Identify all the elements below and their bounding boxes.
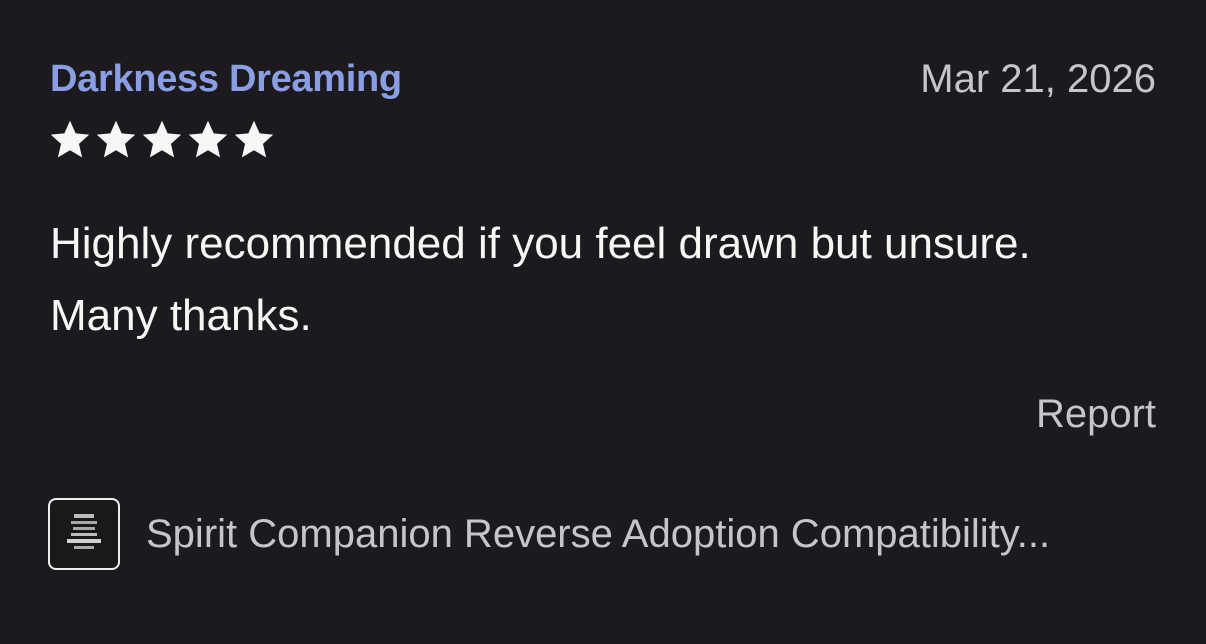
star-icon	[142, 120, 182, 158]
star-icon	[188, 120, 228, 158]
star-icon	[96, 120, 136, 158]
star-rating	[48, 118, 276, 162]
product-thumbnail	[48, 498, 120, 570]
product-title[interactable]: Spirit Companion Reverse Adoption Compat…	[146, 508, 1050, 560]
review-body-line: Highly recommended if you feel drawn but…	[50, 219, 1031, 268]
product-link[interactable]: Spirit Companion Reverse Adoption Compat…	[48, 496, 1158, 572]
star-icon	[50, 120, 90, 158]
review-body: Highly recommended if you feel drawn but…	[50, 208, 1170, 352]
review-card: Darkness Dreaming Mar 21, 2026 Highly re…	[0, 0, 1206, 644]
star-icon	[234, 120, 274, 158]
product-thumbnail-icon	[67, 514, 101, 549]
reviewer-name[interactable]: Darkness Dreaming	[50, 54, 402, 104]
review-body-line: Many thanks.	[50, 291, 312, 340]
report-button[interactable]: Report	[1036, 388, 1156, 440]
review-date: Mar 21, 2026	[920, 57, 1156, 101]
